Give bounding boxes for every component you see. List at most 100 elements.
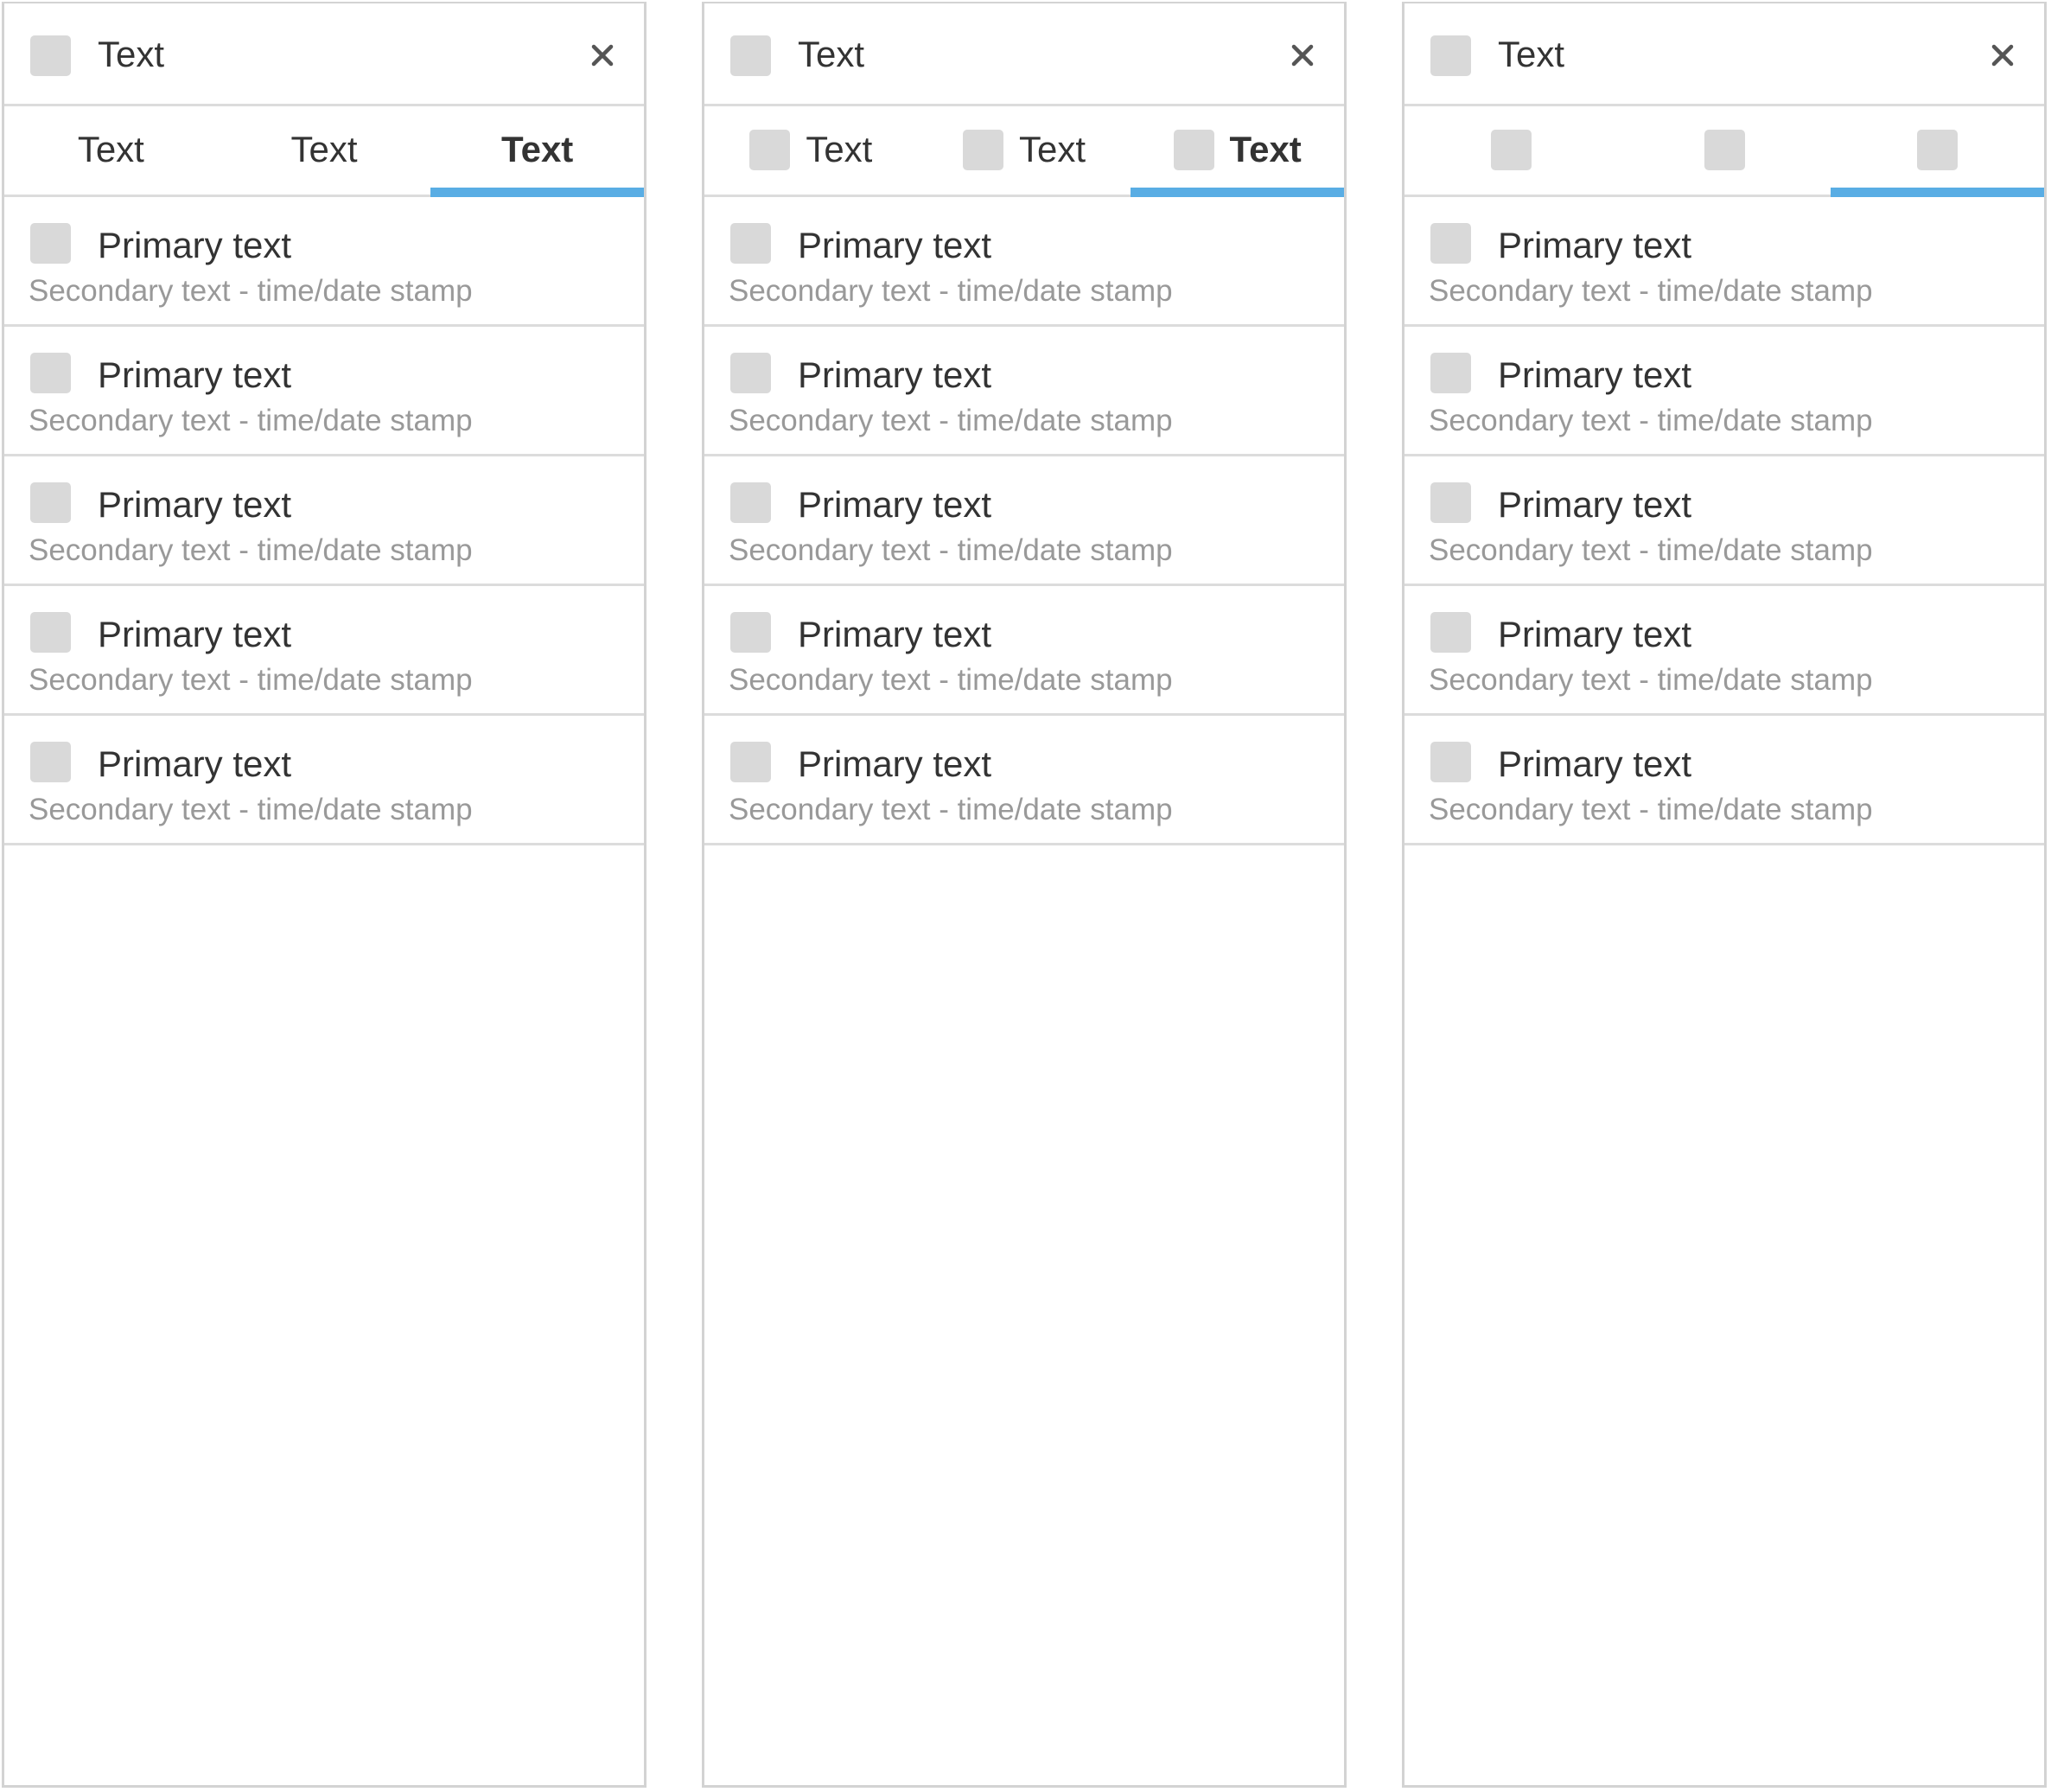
list-item[interactable]: Primary text Secondary text - time/date … bbox=[1404, 327, 2044, 456]
placeholder-icon bbox=[1917, 129, 1959, 170]
placeholder-icon bbox=[30, 35, 71, 76]
active-tab-indicator bbox=[430, 188, 645, 197]
tab-label: Text bbox=[806, 129, 873, 169]
list-item[interactable]: Primary text Secondary text - time/date … bbox=[4, 586, 644, 716]
secondary-text: Secondary text - time/date stamp bbox=[1429, 663, 1873, 697]
list-item[interactable]: Primary text Secondary text - time/date … bbox=[704, 197, 1344, 327]
panel-text-tabs: Text Text Text Text Primary text Seconda… bbox=[2, 2, 647, 1788]
placeholder-icon bbox=[1490, 129, 1532, 170]
placeholder-icon bbox=[730, 35, 771, 76]
tab-label: Text bbox=[1229, 129, 1302, 169]
placeholder-icon bbox=[1704, 129, 1745, 170]
list-item[interactable]: Primary text Secondary text - time/date … bbox=[1404, 197, 2044, 327]
placeholder-icon bbox=[1430, 35, 1471, 76]
panel-icon-text-tabs: Text Text Text Text Primary text Seconda… bbox=[702, 2, 1347, 1788]
list-item[interactable]: Primary text Secondary text - time/date … bbox=[1404, 586, 2044, 716]
item-list: Primary text Secondary text - time/date … bbox=[4, 197, 644, 845]
secondary-text: Secondary text - time/date stamp bbox=[29, 793, 473, 826]
active-tab-indicator bbox=[1831, 188, 2045, 197]
placeholder-icon bbox=[30, 353, 71, 393]
primary-text: Primary text bbox=[798, 614, 992, 654]
placeholder-icon bbox=[730, 612, 771, 653]
tab-label: Text bbox=[501, 129, 574, 169]
list-item[interactable]: Primary text Secondary text - time/date … bbox=[704, 456, 1344, 586]
primary-text: Primary text bbox=[798, 484, 992, 525]
panel-icon-tabs: Text Primary text Secondary text - time/… bbox=[1402, 2, 2047, 1788]
item-list: Primary text Secondary text - time/date … bbox=[1404, 197, 2044, 845]
placeholder-icon bbox=[730, 742, 771, 782]
close-button[interactable] bbox=[585, 38, 620, 73]
close-icon bbox=[1991, 44, 2014, 67]
list-item[interactable]: Primary text Secondary text - time/date … bbox=[1404, 716, 2044, 845]
active-tab-indicator bbox=[1131, 188, 1345, 197]
primary-text: Primary text bbox=[98, 484, 292, 525]
secondary-text: Secondary text - time/date stamp bbox=[29, 404, 473, 437]
primary-text: Primary text bbox=[798, 225, 992, 265]
placeholder-icon bbox=[962, 129, 1003, 170]
tab-3-active[interactable] bbox=[1831, 106, 2045, 197]
placeholder-icon bbox=[1430, 742, 1471, 782]
tab-bar: Text Text Text bbox=[704, 106, 1345, 197]
panel-header: Text bbox=[4, 3, 644, 106]
primary-text: Primary text bbox=[1498, 743, 1692, 784]
placeholder-icon bbox=[30, 223, 71, 264]
close-icon bbox=[1291, 44, 1314, 67]
close-button[interactable] bbox=[1985, 38, 2020, 73]
tab-label: Text bbox=[77, 129, 144, 169]
placeholder-icon bbox=[1430, 353, 1471, 393]
secondary-text: Secondary text - time/date stamp bbox=[29, 274, 473, 308]
panel-title: Text bbox=[1498, 34, 1565, 74]
list-item[interactable]: Primary text Secondary text - time/date … bbox=[4, 327, 644, 456]
secondary-text: Secondary text - time/date stamp bbox=[729, 793, 1173, 826]
primary-text: Primary text bbox=[1498, 225, 1692, 265]
placeholder-icon bbox=[730, 223, 771, 264]
placeholder-icon bbox=[1430, 482, 1471, 523]
close-button[interactable] bbox=[1285, 38, 1320, 73]
secondary-text: Secondary text - time/date stamp bbox=[729, 663, 1173, 697]
secondary-text: Secondary text - time/date stamp bbox=[29, 663, 473, 697]
item-list: Primary text Secondary text - time/date … bbox=[704, 197, 1344, 845]
tab-3-active[interactable]: Text bbox=[430, 106, 645, 197]
list-item[interactable]: Primary text Secondary text - time/date … bbox=[4, 716, 644, 845]
tab-2[interactable]: Text bbox=[918, 106, 1131, 195]
close-icon bbox=[591, 44, 614, 67]
list-item[interactable]: Primary text Secondary text - time/date … bbox=[4, 197, 644, 327]
primary-text: Primary text bbox=[798, 743, 992, 784]
primary-text: Primary text bbox=[1498, 614, 1692, 654]
tab-1[interactable] bbox=[1404, 106, 1618, 195]
primary-text: Primary text bbox=[1498, 354, 1692, 395]
tab-2[interactable]: Text bbox=[218, 106, 431, 195]
primary-text: Primary text bbox=[798, 354, 992, 395]
primary-text: Primary text bbox=[98, 354, 292, 395]
tab-1[interactable]: Text bbox=[704, 106, 918, 195]
panel-header: Text bbox=[1404, 3, 2044, 106]
panel-title: Text bbox=[98, 34, 165, 74]
list-item[interactable]: Primary text Secondary text - time/date … bbox=[4, 456, 644, 586]
placeholder-icon bbox=[30, 482, 71, 523]
tab-bar bbox=[1404, 106, 2045, 197]
placeholder-icon bbox=[1430, 612, 1471, 653]
panel-title: Text bbox=[798, 34, 865, 74]
primary-text: Primary text bbox=[98, 614, 292, 654]
tab-label: Text bbox=[290, 129, 358, 169]
list-item[interactable]: Primary text Secondary text - time/date … bbox=[704, 716, 1344, 845]
panel-header: Text bbox=[704, 3, 1344, 106]
placeholder-icon bbox=[730, 353, 771, 393]
placeholder-icon bbox=[30, 742, 71, 782]
tab-1[interactable]: Text bbox=[4, 106, 218, 195]
placeholder-icon bbox=[749, 129, 791, 170]
secondary-text: Secondary text - time/date stamp bbox=[1429, 533, 1873, 567]
secondary-text: Secondary text - time/date stamp bbox=[1429, 404, 1873, 437]
secondary-text: Secondary text - time/date stamp bbox=[29, 533, 473, 567]
primary-text: Primary text bbox=[1498, 484, 1692, 525]
list-item[interactable]: Primary text Secondary text - time/date … bbox=[704, 327, 1344, 456]
list-item[interactable]: Primary text Secondary text - time/date … bbox=[1404, 456, 2044, 586]
secondary-text: Secondary text - time/date stamp bbox=[729, 533, 1173, 567]
secondary-text: Secondary text - time/date stamp bbox=[1429, 793, 1873, 826]
tab-3-active[interactable]: Text bbox=[1131, 106, 1345, 197]
primary-text: Primary text bbox=[98, 743, 292, 784]
secondary-text: Secondary text - time/date stamp bbox=[1429, 274, 1873, 308]
tab-2[interactable] bbox=[1618, 106, 1831, 195]
list-item[interactable]: Primary text Secondary text - time/date … bbox=[704, 586, 1344, 716]
primary-text: Primary text bbox=[98, 225, 292, 265]
